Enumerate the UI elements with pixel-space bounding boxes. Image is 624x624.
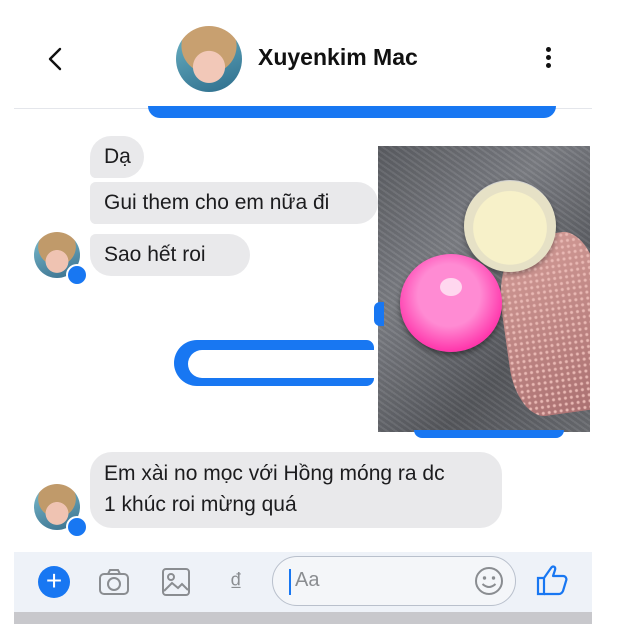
sent-message-edge <box>374 302 384 326</box>
previous-message-edge <box>148 106 556 118</box>
contact-name[interactable]: Xuyenkim Mac <box>258 44 418 71</box>
text-caret <box>289 569 291 595</box>
thumbs-up-icon[interactable] <box>532 560 572 600</box>
camera-icon[interactable] <box>96 564 132 600</box>
sent-message-edge <box>414 430 564 438</box>
message-bubble[interactable]: Gui them cho em nữa đi <box>90 182 378 224</box>
contact-avatar[interactable] <box>176 26 242 92</box>
chat-header: Xuyenkim Mac <box>14 0 592 109</box>
message-input[interactable]: Aa <box>272 556 516 606</box>
sent-message-fragment <box>174 340 374 386</box>
vertical-ellipsis-icon[interactable] <box>540 44 556 74</box>
chat-screen: Xuyenkim Mac Dạ Gui them cho em nữa đi S… <box>14 0 592 624</box>
emoji-icon[interactable] <box>473 565 505 597</box>
message-bubble[interactable]: Sao hết roi <box>90 234 250 276</box>
chevron-left-icon[interactable] <box>44 44 68 74</box>
message-bubble[interactable]: Em xài no mọc với Hồng móng ra dc 1 khúc… <box>90 452 502 528</box>
messenger-badge-icon <box>66 264 88 286</box>
open-jar <box>464 180 556 272</box>
messenger-badge-icon <box>66 516 88 538</box>
plus-icon[interactable]: + <box>38 566 70 598</box>
shared-photo[interactable] <box>378 146 590 432</box>
message-bubble[interactable]: Dạ <box>90 136 144 178</box>
message-input-placeholder: Aa <box>295 569 320 591</box>
dong-icon[interactable]: ₫ <box>218 564 254 600</box>
home-indicator-area <box>14 612 592 624</box>
pink-jar <box>400 254 502 352</box>
image-icon[interactable] <box>158 564 194 600</box>
message-composer: + ₫ Aa <box>14 552 592 612</box>
